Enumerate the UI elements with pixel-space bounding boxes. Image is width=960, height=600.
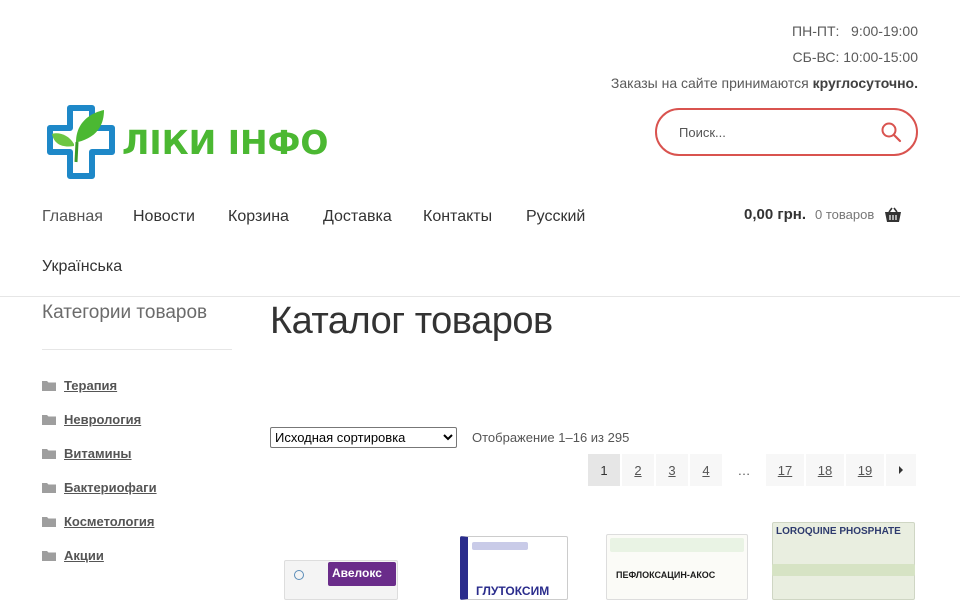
arrow-right-icon — [899, 466, 903, 474]
product-label: LOROQUINE PHOSPHATE — [776, 526, 901, 537]
logo-text: ЛІКИ ІНФО — [122, 122, 329, 162]
category-link-therapy[interactable]: Терапия — [64, 378, 117, 393]
logo-cross-icon — [47, 105, 115, 179]
nav-item-home[interactable]: Главная — [42, 208, 103, 226]
page-link[interactable]: 19 — [846, 454, 884, 486]
folder-icon — [42, 482, 56, 493]
cart-amount: 0,00 грн. — [744, 206, 806, 223]
result-count: Отображение 1–16 из 295 — [472, 430, 630, 445]
sidebar-title: Категории товаров — [42, 302, 208, 323]
category-item: Неврология — [42, 402, 157, 436]
category-item: Косметология — [42, 504, 157, 538]
product-brand-stripe — [610, 538, 744, 552]
orders-text: Заказы на сайте принимаются — [610, 75, 809, 91]
product-brand-stripe — [472, 542, 528, 550]
page-link[interactable]: 4 — [690, 454, 722, 486]
page-link[interactable]: 3 — [656, 454, 688, 486]
product-brand-stripe — [772, 564, 915, 576]
page-number-current: 1 — [588, 454, 620, 486]
hours-weekdays: ПН-ПТ: 9:00-19:00 — [792, 23, 918, 39]
product-label: Авелокс — [332, 566, 382, 580]
category-item: Витамины — [42, 436, 157, 470]
category-item: Бактериофаги — [42, 470, 157, 504]
cart-count: 0 товаров — [815, 207, 875, 222]
nav-item-cart[interactable]: Корзина — [228, 208, 289, 226]
page-link[interactable]: 2 — [622, 454, 654, 486]
category-item: Акции — [42, 538, 157, 572]
category-item: Терапия — [42, 368, 157, 402]
nav-item-contacts[interactable]: Контакты — [423, 208, 492, 226]
category-link-bacteriophages[interactable]: Бактериофаги — [64, 480, 157, 495]
header-divider — [0, 296, 960, 297]
page-link[interactable]: 18 — [806, 454, 844, 486]
page-title: Каталог товаров — [270, 300, 553, 342]
nav-item-delivery[interactable]: Доставка — [323, 208, 392, 226]
folder-icon — [42, 380, 56, 391]
orders-notice: Заказы на сайте принимаются круглосуточн… — [611, 70, 918, 96]
category-link-vitamins[interactable]: Витамины — [64, 446, 132, 461]
search-input[interactable] — [679, 124, 880, 140]
hours-weekend: СБ-ВС: 10:00-15:00 — [792, 49, 918, 65]
pagination: 1 2 3 4 … 17 18 19 — [588, 454, 918, 486]
folder-icon — [42, 516, 56, 527]
product-card[interactable]: ПЕФЛОКСАЦИН-АКОС — [602, 518, 752, 600]
orders-emphasis: круглосуточно. — [812, 75, 918, 91]
nav-item-russian[interactable]: Русский — [526, 208, 585, 226]
next-page-button[interactable] — [886, 454, 916, 486]
header-cart[interactable]: 0,00 грн. 0 товаров — [744, 206, 902, 223]
nav-item-news[interactable]: Новости — [133, 208, 195, 226]
category-link-cosmetology[interactable]: Косметология — [64, 514, 154, 529]
product-label: ГЛУТОКСИМ — [476, 584, 550, 598]
product-card[interactable]: Авелокс — [270, 518, 418, 600]
page-ellipsis: … — [737, 462, 751, 478]
category-list: Терапия Неврология Витамины Бактериофаги… — [42, 368, 157, 572]
folder-icon — [42, 448, 56, 459]
basket-icon — [885, 207, 902, 222]
store-hours: ПН-ПТ: 9:00-19:00 СБ-ВС: 10:00-15:00 Зак… — [611, 18, 918, 96]
page-link[interactable]: 17 — [766, 454, 804, 486]
product-grid: Авелокс ГЛУТОКСИМ ПЕФЛОКСАЦИН-АКОС LOROQ… — [270, 518, 918, 600]
search-icon[interactable] — [880, 121, 902, 143]
product-label: ПЕФЛОКСАЦИН-АКОС — [616, 570, 716, 580]
bayer-logo-icon — [294, 570, 304, 580]
folder-icon — [42, 414, 56, 425]
nav-item-ukrainian[interactable]: Українська — [42, 258, 122, 276]
search-bar — [655, 108, 918, 156]
category-link-promotions[interactable]: Акции — [64, 548, 104, 563]
product-card[interactable]: ГЛУТОКСИМ — [436, 518, 584, 600]
site-logo[interactable]: ЛІКИ ІНФО — [46, 104, 328, 180]
sidebar-divider — [42, 349, 232, 350]
category-link-neurology[interactable]: Неврология — [64, 412, 141, 427]
sort-select[interactable]: Исходная сортировка — [270, 427, 457, 448]
folder-icon — [42, 550, 56, 561]
product-card[interactable]: LOROQUINE PHOSPHATE — [772, 518, 918, 600]
